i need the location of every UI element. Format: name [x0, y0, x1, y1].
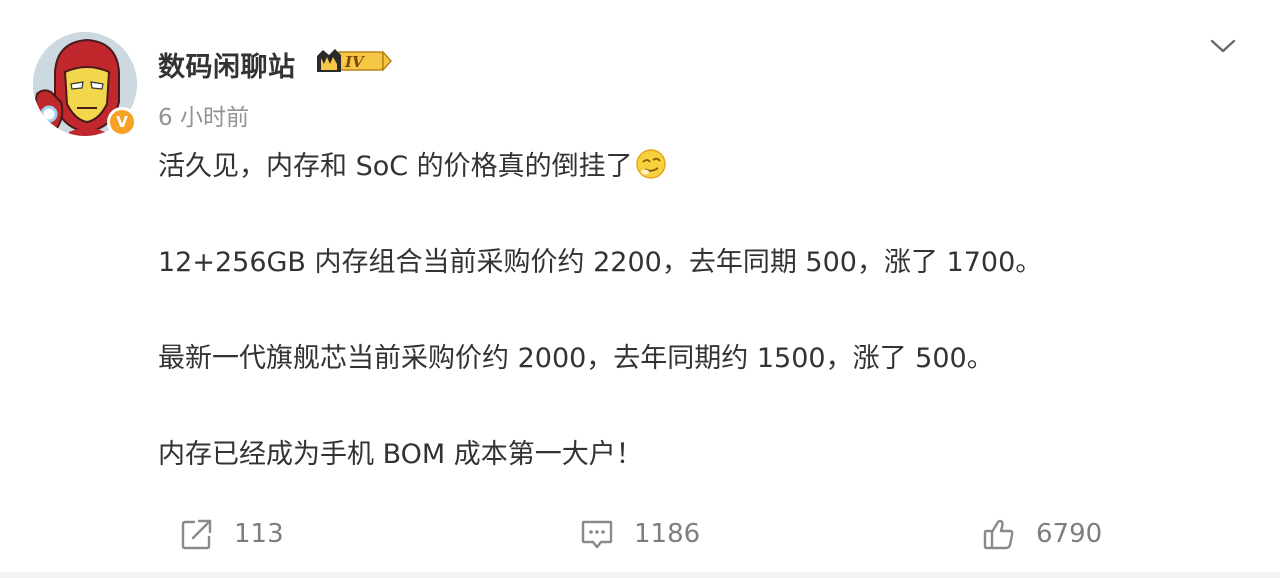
verified-badge-label: V	[116, 112, 128, 131]
chevron-down-icon[interactable]	[1208, 34, 1238, 58]
level-badge-label: IV	[344, 53, 365, 71]
share-arrow-icon	[181, 519, 212, 550]
doge-emoji-icon	[635, 149, 666, 179]
weibo-post-card: V 数码闲聊站 IV 6 小时前 活久见，内存和 SoC 的价格真的倒挂了 12…	[0, 0, 1280, 572]
post-paragraph-2: 12+256GB 内存组合当前采购价约 2200，去年同期 500，涨了 170…	[158, 247, 1043, 278]
paragraph-1-text: 活久见，内存和 SoC 的价格真的倒挂了	[158, 151, 633, 182]
like-count: 6790	[1036, 519, 1103, 549]
comment-button[interactable]: 1186	[580, 514, 700, 554]
card-separator	[0, 572, 1280, 578]
author-name[interactable]: 数码闲聊站	[158, 45, 296, 84]
post-paragraph-1: 活久见，内存和 SoC 的价格真的倒挂了	[158, 148, 667, 186]
post-paragraph-3: 最新一代旗舰芯当前采购价约 2000，去年同期约 1500，涨了 500。	[158, 343, 994, 374]
level-badge-icon[interactable]: IV	[315, 46, 393, 76]
repost-button[interactable]: 113	[180, 514, 284, 554]
like-button[interactable]: 6790	[982, 514, 1102, 554]
comment-count: 1186	[634, 519, 701, 549]
repost-count: 113	[234, 519, 284, 549]
thumbs-up-icon	[983, 519, 1014, 550]
verified-badge: V	[107, 107, 137, 137]
post-timestamp[interactable]: 6 小时前	[158, 98, 249, 132]
post-paragraph-4: 内存已经成为手机 BOM 成本第一大户！	[158, 439, 643, 470]
comment-bubble-icon	[581, 520, 613, 549]
